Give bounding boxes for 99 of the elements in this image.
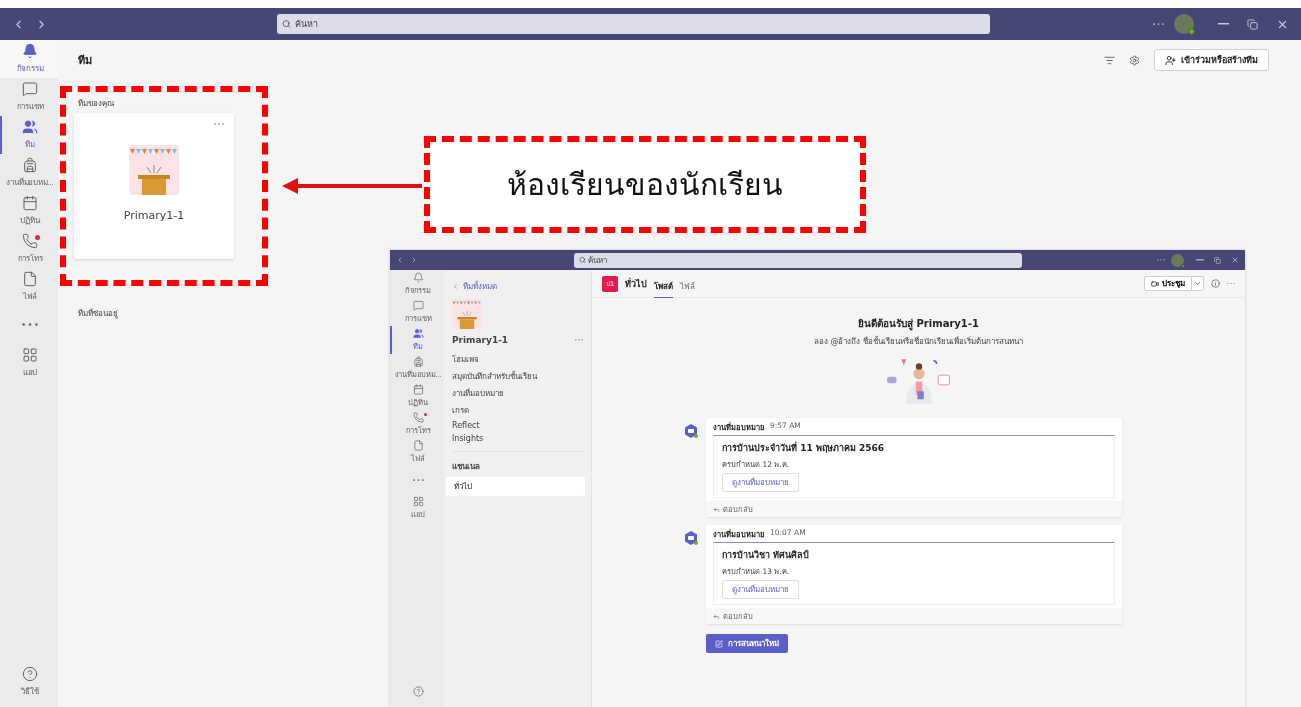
more-button[interactable]	[1153, 22, 1164, 26]
more-icon	[1153, 22, 1164, 26]
channel-name: ทั่วไป	[625, 276, 647, 291]
assignment-bot-icon	[684, 424, 698, 438]
team-name: Primary1-1	[123, 209, 185, 222]
people-icon	[22, 119, 38, 135]
help-icon	[22, 666, 38, 682]
restore-button[interactable]	[1214, 256, 1221, 264]
help-button[interactable]: วิธีใช้	[0, 663, 58, 701]
more-icon	[412, 478, 424, 482]
close-icon	[1231, 256, 1239, 264]
sidebar-item[interactable]: Reflect	[444, 419, 488, 432]
podium-drawing	[129, 145, 179, 195]
help-icon	[412, 685, 424, 697]
settings-icon	[1129, 54, 1140, 66]
back-button[interactable]	[396, 256, 404, 264]
view-assignment-button[interactable]: ดูงานที่มอบหมาย	[722, 580, 799, 599]
phone-icon	[412, 412, 424, 423]
rail-item[interactable]: ไฟล์	[0, 268, 58, 306]
rail-item[interactable]: งานที่มอบหม...	[0, 154, 58, 192]
welcome-title: ยินดีต้อนรับสู่ Primary1-1	[858, 317, 979, 331]
backpack-icon	[412, 356, 424, 367]
tab[interactable]: โพสต์	[654, 275, 673, 298]
meet-button[interactable]: ประชุม	[1144, 276, 1192, 291]
info-icon	[1211, 279, 1220, 288]
chevron-down-icon	[1194, 280, 1201, 287]
bell-icon	[22, 43, 38, 59]
sidebar-item[interactable]: โฮมเพจ	[444, 351, 487, 368]
search-icon	[579, 256, 586, 264]
section-label: ทีมที่ซ่อนอยู่	[78, 307, 118, 320]
minimize-icon	[1218, 23, 1229, 25]
search-field[interactable]: ค้นหา	[277, 14, 990, 34]
people-icon	[412, 328, 424, 339]
video-camera-icon	[1151, 279, 1159, 288]
restore-button[interactable]	[1247, 18, 1258, 30]
assignment-title: การบ้านประจำวันที่ 11 พฤษภาคม 2566	[722, 441, 884, 455]
back-icon	[452, 283, 459, 290]
apps-icon	[412, 496, 424, 507]
bell-icon	[412, 272, 424, 283]
more-icon	[22, 323, 38, 327]
backpack-icon	[22, 157, 38, 173]
reply-icon	[713, 505, 720, 513]
all-teams-link[interactable]: ทีมทั้งหมด	[444, 280, 505, 299]
forward-button[interactable]	[410, 256, 418, 264]
file-icon	[22, 271, 38, 287]
file-icon	[412, 440, 424, 451]
team-name: Primary1-1	[452, 335, 509, 345]
restore-icon	[1214, 256, 1221, 264]
reply-icon	[713, 612, 720, 620]
calendar-icon	[412, 384, 424, 395]
filter-button[interactable]	[1104, 54, 1115, 66]
avatar-circle[interactable]	[1171, 253, 1184, 267]
callout-text: ห้องเรียนของนักเรียน	[507, 166, 783, 204]
assignment-bot-icon	[684, 531, 698, 545]
status-dot	[1188, 28, 1195, 35]
more-button[interactable]	[1227, 282, 1235, 285]
chat-icon	[412, 300, 424, 311]
settings-button[interactable]	[1129, 54, 1140, 66]
meet-dropdown-button[interactable]	[1192, 276, 1204, 291]
phone-icon	[22, 233, 38, 249]
join-or-create-team-button[interactable]: เข้าร่วมหรือสร้างทีม	[1154, 49, 1269, 71]
apps-icon	[22, 347, 38, 363]
podium-drawing	[452, 299, 482, 329]
avatar-circle[interactable]	[1174, 14, 1194, 34]
welcome-hint: ลอง @อ้างถึง ชื่อชั้นเรียนหรือชื่อนักเรียนเพื่อเริ่มต้นการสนทนา	[813, 335, 1024, 348]
search-field[interactable]: ค้นหา	[574, 252, 1022, 268]
rail-item[interactable]: การโทร	[0, 230, 58, 268]
rail-item[interactable]: ปฏิทิน	[0, 192, 58, 230]
assignment-title: การบ้านวิชา ทัศนศิลป์	[722, 548, 810, 562]
restore-icon	[1247, 18, 1258, 30]
calendar-icon	[22, 195, 38, 211]
compose-icon	[715, 639, 723, 648]
sidebar-item[interactable]: Insights	[444, 432, 492, 445]
forward-icon	[410, 256, 418, 264]
rail-item[interactable]: การแชท	[0, 78, 58, 116]
sidebar-item[interactable]: เกรด	[444, 402, 477, 419]
filter-icon	[1104, 54, 1115, 66]
sidebar-item[interactable]: งานที่มอบหมาย	[444, 385, 512, 402]
team-card[interactable]: Primary1-1	[74, 113, 234, 259]
info-button[interactable]	[1211, 279, 1220, 288]
page-title: ทีม	[78, 53, 92, 69]
minimize-button[interactable]	[1218, 23, 1229, 25]
more-icon	[1227, 282, 1235, 285]
tab[interactable]: ไฟล์	[680, 275, 695, 298]
section-label: ทีมของคุณ	[77, 98, 114, 110]
rail-item[interactable]: กิจกรรม	[0, 40, 58, 78]
sidebar-item[interactable]: สมุดบันทึกสำหรับชั้นเรียน	[444, 368, 545, 385]
search-icon	[282, 19, 291, 29]
channel-item[interactable]: ทั่วไป	[446, 477, 585, 496]
back-icon	[396, 256, 404, 264]
minimize-icon	[1196, 259, 1204, 261]
new-conversation-button[interactable]: การสนทนาใหม่	[706, 634, 788, 653]
channels-heading: แชนเนล	[451, 461, 481, 473]
minimize-button[interactable]	[1196, 259, 1204, 261]
view-assignment-button[interactable]: ดูงานที่มอบหมาย	[722, 473, 799, 492]
close-button[interactable]	[1231, 256, 1239, 264]
rail-item[interactable]: แอป	[0, 344, 58, 382]
people-add-icon	[1165, 54, 1176, 66]
chat-icon	[22, 81, 38, 97]
